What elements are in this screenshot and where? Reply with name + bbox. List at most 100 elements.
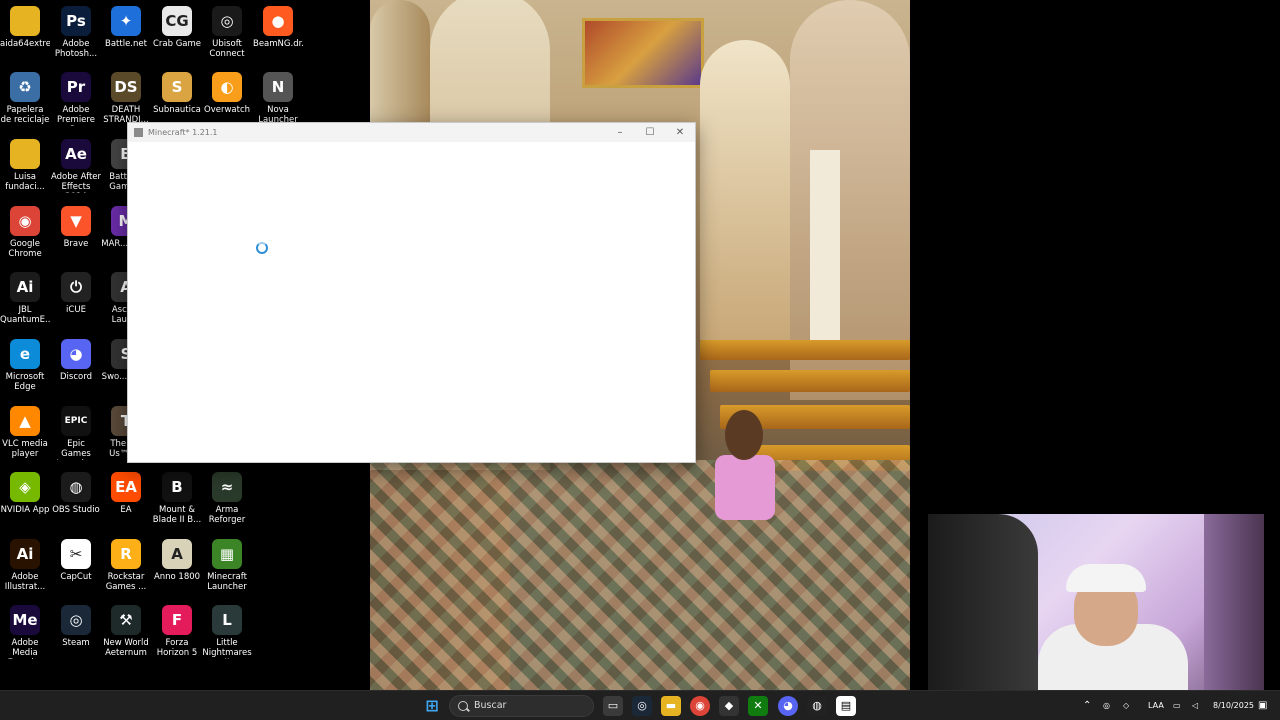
app-icon: Ps — [61, 6, 91, 36]
desktop-icon[interactable]: R Rockstar Games ... — [101, 539, 151, 592]
app-icon: B — [162, 472, 192, 502]
tray-app-icon[interactable]: ◎ — [1103, 691, 1110, 720]
obs-taskbar-icon[interactable]: ◍ — [807, 696, 827, 716]
chrome-taskbar-icon[interactable]: ◉ — [690, 696, 710, 716]
desktop-icon[interactable]: ◍ OBS Studio — [51, 472, 101, 515]
desktop-icon[interactable]: e Microsoft Edge — [0, 339, 50, 392]
speaker-icon[interactable]: ◁ — [1192, 691, 1198, 720]
desktop-icon[interactable]: EA EA — [101, 472, 151, 515]
desktop-icon[interactable]: ◎ Ubisoft Connect — [202, 6, 252, 59]
desktop-icon[interactable]: B Mount & Blade II B... — [152, 472, 202, 525]
app-icon: L — [212, 605, 242, 635]
xbox-icon[interactable]: ✕ — [748, 696, 768, 716]
steam-taskbar-icon[interactable]: ◎ — [632, 696, 652, 716]
app-icon: R — [111, 539, 141, 569]
app-icon: ✂ — [61, 539, 91, 569]
desktop-icon[interactable]: Ai Adobe Illustrat... — [0, 539, 50, 592]
desktop-icon-label: CapCut — [60, 572, 92, 582]
app-icon: Me — [10, 605, 40, 635]
desktop-icon-label: Rockstar Games ... — [105, 572, 147, 592]
tray-shield-icon[interactable]: ◇ — [1123, 691, 1129, 720]
desktop-icon[interactable]: ▼ Brave — [51, 206, 101, 249]
desktop-icon[interactable]: ⚒ New World Aeternum — [101, 605, 151, 658]
desktop-icon[interactable]: Ai JBL QuantumE... — [0, 272, 50, 325]
desktop-icon[interactable]: L Little Nightmares II — [202, 605, 252, 659]
window-titlebar[interactable]: Minecraft* 1.21.1 – ☐ ✕ — [128, 123, 695, 142]
app-icon: ♻ — [10, 72, 40, 102]
start-button-windows-icon[interactable]: ⊞ — [422, 696, 442, 716]
desktop-icon-label: EA — [120, 505, 132, 515]
desktop-icon[interactable]: F Forza Horizon 5 — [152, 605, 202, 658]
desktop-icon-label: BeamNG.dr... — [253, 39, 303, 49]
webcam-overlay — [928, 514, 1264, 704]
task-view-icon[interactable]: ▭ — [603, 696, 623, 716]
loading-spinner-icon — [256, 242, 268, 254]
desktop-icon[interactable]: ✦ Battle.net — [101, 6, 151, 49]
desktop-icon-label: Epic Games Launcher — [56, 439, 96, 460]
desktop-icon[interactable]: CG Crab Game — [152, 6, 202, 49]
desktop-icon-label: iCUE — [66, 305, 86, 315]
language-indicator[interactable]: LAA — [1148, 691, 1164, 720]
desktop-icon[interactable]: ▦ Minecraft Launcher — [202, 539, 252, 592]
desktop-icon[interactable]: ≈ Arma Reforger — [202, 472, 252, 525]
app-icon: ▼ — [61, 206, 91, 236]
desktop-icon[interactable]: S Subnautica — [152, 72, 202, 115]
desktop-icon[interactable]: Luisa fundaci... — [0, 139, 50, 192]
network-icon[interactable]: ▭ — [1173, 691, 1181, 720]
desktop-icon[interactable]: EPIC Epic Games Launcher — [51, 406, 101, 460]
window-title: Minecraft* 1.21.1 — [148, 128, 218, 137]
desktop-icon[interactable]: ✂ CapCut — [51, 539, 101, 582]
search-placeholder: Buscar — [474, 700, 507, 711]
file-explorer-icon[interactable]: ▬ — [661, 696, 681, 716]
desktop-icon[interactable]: N Nova Launcher — [253, 72, 303, 125]
desktop-icon-label: Papelera de reciclaje — [0, 105, 50, 125]
desktop-icon[interactable]: Ps Adobe Photosh... — [51, 6, 101, 59]
desktop-icon[interactable]: ◉ Google Chrome — [0, 206, 50, 259]
app-icon: ● — [263, 6, 293, 36]
desktop-screen: aida64extre... Ps Adobe Photosh... ✦ Battle.… — [0, 0, 1280, 720]
minecraft-taskbar-icon[interactable]: ▤ — [836, 696, 856, 716]
desktop-icon-label: Crab Game — [152, 39, 202, 49]
maximize-button[interactable]: ☐ — [635, 123, 665, 142]
minimize-button[interactable]: – — [605, 123, 635, 142]
desktop-icon[interactable]: ♻ Papelera de reciclaje — [0, 72, 50, 125]
desktop-icon-label: Ubisoft Connect — [209, 39, 245, 59]
taskbar-search-box[interactable]: Buscar — [449, 695, 594, 717]
desktop-icon[interactable]: Pr Adobe Premiere P... — [51, 72, 101, 126]
desktop-icon[interactable]: Ae Adobe After Effects 2024 — [51, 139, 101, 193]
app-icon: e — [10, 339, 40, 369]
desktop-icon-label: VLC media player — [2, 439, 48, 459]
desktop-icon[interactable]: Me Adobe Media Encoder 2024 — [0, 605, 50, 659]
app-icon: EPIC — [61, 406, 91, 436]
taskbar-app-icon[interactable]: ◆ — [719, 696, 739, 716]
app-icon: DS — [111, 72, 141, 102]
desktop-icon[interactable]: DS DEATH STRANDI... — [101, 72, 151, 125]
app-icon: ≈ — [212, 472, 242, 502]
desktop-icon[interactable]: ◕ Discord — [51, 339, 101, 382]
desktop-icon-label: Subnautica — [153, 105, 201, 115]
notification-icon[interactable]: ▣ — [1258, 691, 1267, 720]
desktop-icon[interactable]: ◈ NVIDIA App — [0, 472, 50, 515]
app-icon: Ai — [10, 272, 40, 302]
discord-taskbar-icon[interactable]: ◕ — [778, 696, 798, 716]
minecraft-app-icon — [134, 128, 143, 137]
desktop-icon[interactable]: A Anno 1800 — [152, 539, 202, 582]
desktop-icon[interactable]: aida64extre... — [0, 6, 50, 49]
desktop-icon-label: Google Chrome — [8, 239, 42, 259]
desktop-icon[interactable]: ▲ VLC media player — [0, 406, 50, 459]
desktop-icon-label: Adobe After Effects 2024 — [51, 172, 101, 193]
app-icon: N — [263, 72, 293, 102]
app-icon: ◐ — [212, 72, 242, 102]
desktop-icon-label: Microsoft Edge — [5, 372, 45, 392]
desktop-icon[interactable]: ● BeamNG.dr... — [253, 6, 303, 49]
clock-date[interactable]: 8/10/2025 — [1213, 691, 1254, 720]
desktop-icon[interactable]: ⏻ iCUE — [51, 272, 101, 315]
desktop-icon[interactable]: ◎ Steam — [51, 605, 101, 648]
close-button[interactable]: ✕ — [665, 123, 695, 142]
app-icon — [10, 6, 40, 36]
app-icon: ⚒ — [111, 605, 141, 635]
desktop-icon[interactable]: ◐ Overwatch — [202, 72, 252, 115]
app-icon: ◉ — [10, 206, 40, 236]
tray-chevron-up-icon[interactable]: ⌃ — [1083, 691, 1091, 720]
minecraft-window[interactable]: Minecraft* 1.21.1 – ☐ ✕ — [127, 122, 696, 463]
